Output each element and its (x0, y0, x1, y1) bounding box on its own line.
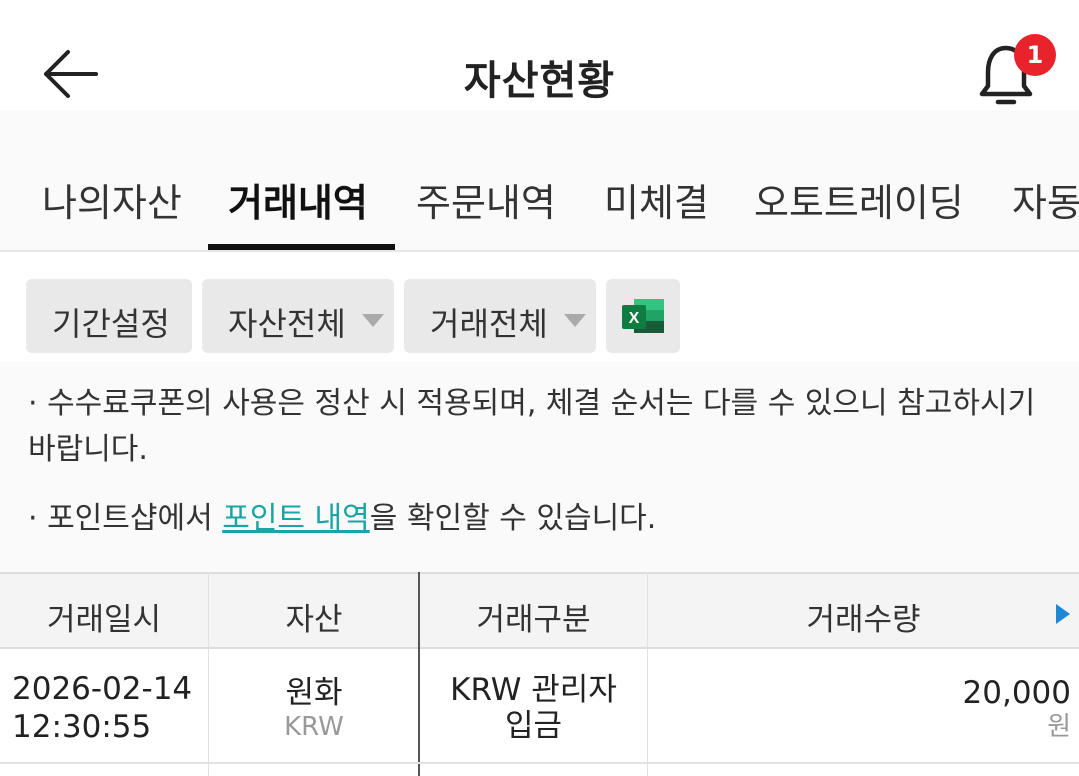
active-tab-indicator (208, 244, 395, 250)
column-header-date: 거래일시 (46, 602, 162, 638)
transaction-table: 거래일시 자산 거래구분 거래수량 2026-02-14 12:30:55 원화… (0, 572, 1079, 776)
chevron-down-icon (564, 314, 586, 327)
excel-export-button[interactable]: X (606, 279, 680, 353)
app-header: 자산현황 1 (0, 0, 1079, 110)
notice-coupon-line1: · 수수료쿠폰의 사용은 정산 시 적용되며, 체결 순서는 다를 수 있으니 … (28, 386, 1036, 421)
filter-bar: 기간설정 자산전체 거래전체 X (0, 252, 1079, 362)
asset-filter-dropdown[interactable]: 자산전체 (202, 279, 394, 353)
tab-auto-trading[interactable]: 오토트레이딩 (754, 172, 964, 227)
transaction-datetime: 2026-02-14 12:30:55 (12, 670, 192, 746)
tab-orders[interactable]: 주문내역 (416, 172, 556, 227)
asset-name: 원화 (285, 675, 343, 711)
asset-filter-label: 자산전체 (228, 305, 346, 343)
svg-text:X: X (629, 310, 640, 327)
excel-icon: X (622, 299, 664, 333)
trade-filter-label: 거래전체 (430, 305, 548, 343)
transaction-asset: 원화 KRW (209, 676, 419, 744)
notice-point: · 포인트샵에서 포인트 내역을 확인할 수 있습니다. (28, 496, 656, 542)
transaction-amount: 20,000 원 (648, 676, 1071, 744)
row-divider (0, 762, 1079, 764)
column-divider (208, 572, 209, 776)
column-header-type: 거래구분 (476, 602, 591, 638)
tab-auto[interactable]: 자동 (1012, 172, 1079, 227)
point-history-link[interactable]: 포인트 내역 (222, 501, 370, 536)
transaction-type-line1: KRW 관리자 (450, 672, 617, 708)
period-setting-button[interactable]: 기간설정 (26, 279, 192, 353)
amount-unit: 원 (1047, 712, 1071, 742)
transaction-time: 12:30:55 (12, 709, 152, 745)
notice-coupon-line2: 바랍니다. (28, 432, 148, 467)
transaction-type: KRW 관리자 입금 (420, 672, 647, 744)
scroll-right-icon[interactable] (1056, 604, 1070, 624)
notice-coupon: · 수수료쿠폰의 사용은 정산 시 적용되며, 체결 순서는 다를 수 있으니 … (28, 381, 1035, 473)
table-header: 거래일시 자산 거래구분 거래수량 (0, 572, 1079, 649)
transaction-date: 2026-02-14 (12, 671, 193, 707)
transaction-type-line2: 입금 (504, 708, 563, 744)
chevron-down-icon (362, 314, 384, 327)
amount-value: 20,000 (962, 675, 1071, 711)
notice-point-prefix: · 포인트샵에서 (28, 501, 223, 536)
tab-my-assets[interactable]: 나의자산 (42, 172, 182, 227)
column-divider (647, 572, 648, 776)
period-setting-label: 기간설정 (52, 305, 170, 343)
notice-point-suffix: 을 확인할 수 있습니다. (369, 501, 657, 536)
column-header-asset: 자산 (285, 602, 343, 638)
notification-badge: 1 (1014, 34, 1056, 76)
column-header-amount: 거래수량 (806, 602, 921, 638)
asset-code: KRW (284, 712, 344, 742)
tab-bar: 나의자산 거래내역 주문내역 미체결 오토트레이딩 자동 (0, 110, 1079, 252)
tab-transactions[interactable]: 거래내역 (228, 172, 368, 227)
page-title: 자산현황 (463, 58, 616, 104)
tab-unfilled[interactable]: 미체결 (604, 172, 709, 227)
trade-filter-dropdown[interactable]: 거래전체 (404, 279, 596, 353)
